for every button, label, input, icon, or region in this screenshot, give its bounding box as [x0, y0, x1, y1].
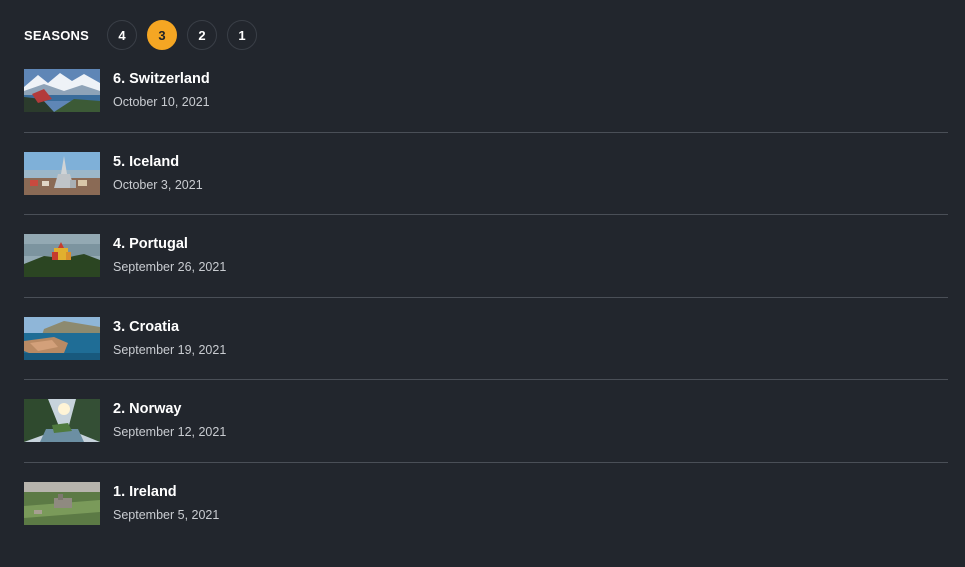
- fjord-valley-thumbnail[interactable]: [24, 399, 100, 442]
- episode-date: October 3, 2021: [113, 177, 203, 192]
- episode-date: September 5, 2021: [113, 507, 220, 522]
- divider: [24, 214, 948, 215]
- episode-date: October 10, 2021: [113, 95, 210, 109]
- divider: [24, 131, 948, 133]
- episode-item[interactable]: 3. Croatia September 19, 2021: [24, 316, 948, 400]
- church-town-thumbnail[interactable]: [24, 151, 100, 195]
- divider: [24, 379, 948, 380]
- episode-item[interactable]: 4. Portugal September 26, 2021: [24, 234, 948, 317]
- season-3-button[interactable]: 3: [146, 20, 177, 50]
- episode-guide: SEASONS 4 3 2 1 6. Switzerland October 1…: [0, 0, 965, 567]
- episode-date: September 26, 2021: [113, 260, 227, 274]
- episode-item[interactable]: 6. Switzerland October 10, 2021: [24, 69, 948, 152]
- episode-title[interactable]: 6. Switzerland: [113, 71, 210, 87]
- coastal-town-thumbnail[interactable]: [24, 316, 100, 360]
- episode-title[interactable]: 5. Iceland: [113, 154, 179, 170]
- mountain-lake-thumbnail[interactable]: [24, 69, 100, 112]
- episode-title[interactable]: 2. Norway: [113, 401, 182, 417]
- divider: [24, 296, 948, 298]
- episode-date: September 12, 2021: [113, 425, 227, 439]
- divider: [24, 461, 948, 463]
- season-2-button[interactable]: 2: [186, 20, 217, 50]
- episode-item[interactable]: 1. Ireland September 5, 2021: [24, 481, 948, 565]
- episode-item[interactable]: 2. Norway September 12, 2021: [24, 399, 948, 482]
- episode-title[interactable]: 4. Portugal: [113, 236, 188, 252]
- season-selector: SEASONS 4 3 2 1: [24, 19, 267, 51]
- palace-hill-thumbnail[interactable]: [24, 234, 100, 277]
- episode-title[interactable]: 3. Croatia: [113, 319, 179, 335]
- episode-item[interactable]: 5. Iceland October 3, 2021: [24, 151, 948, 235]
- castle-field-thumbnail[interactable]: [24, 481, 100, 525]
- seasons-label: SEASONS: [24, 27, 89, 43]
- episode-title[interactable]: 1. Ireland: [113, 484, 177, 500]
- episode-list: 6. Switzerland October 10, 2021 5. Icela…: [24, 69, 948, 564]
- season-1-button[interactable]: 1: [226, 20, 257, 50]
- season-4-button[interactable]: 4: [106, 20, 137, 50]
- episode-date: September 19, 2021: [113, 342, 227, 357]
